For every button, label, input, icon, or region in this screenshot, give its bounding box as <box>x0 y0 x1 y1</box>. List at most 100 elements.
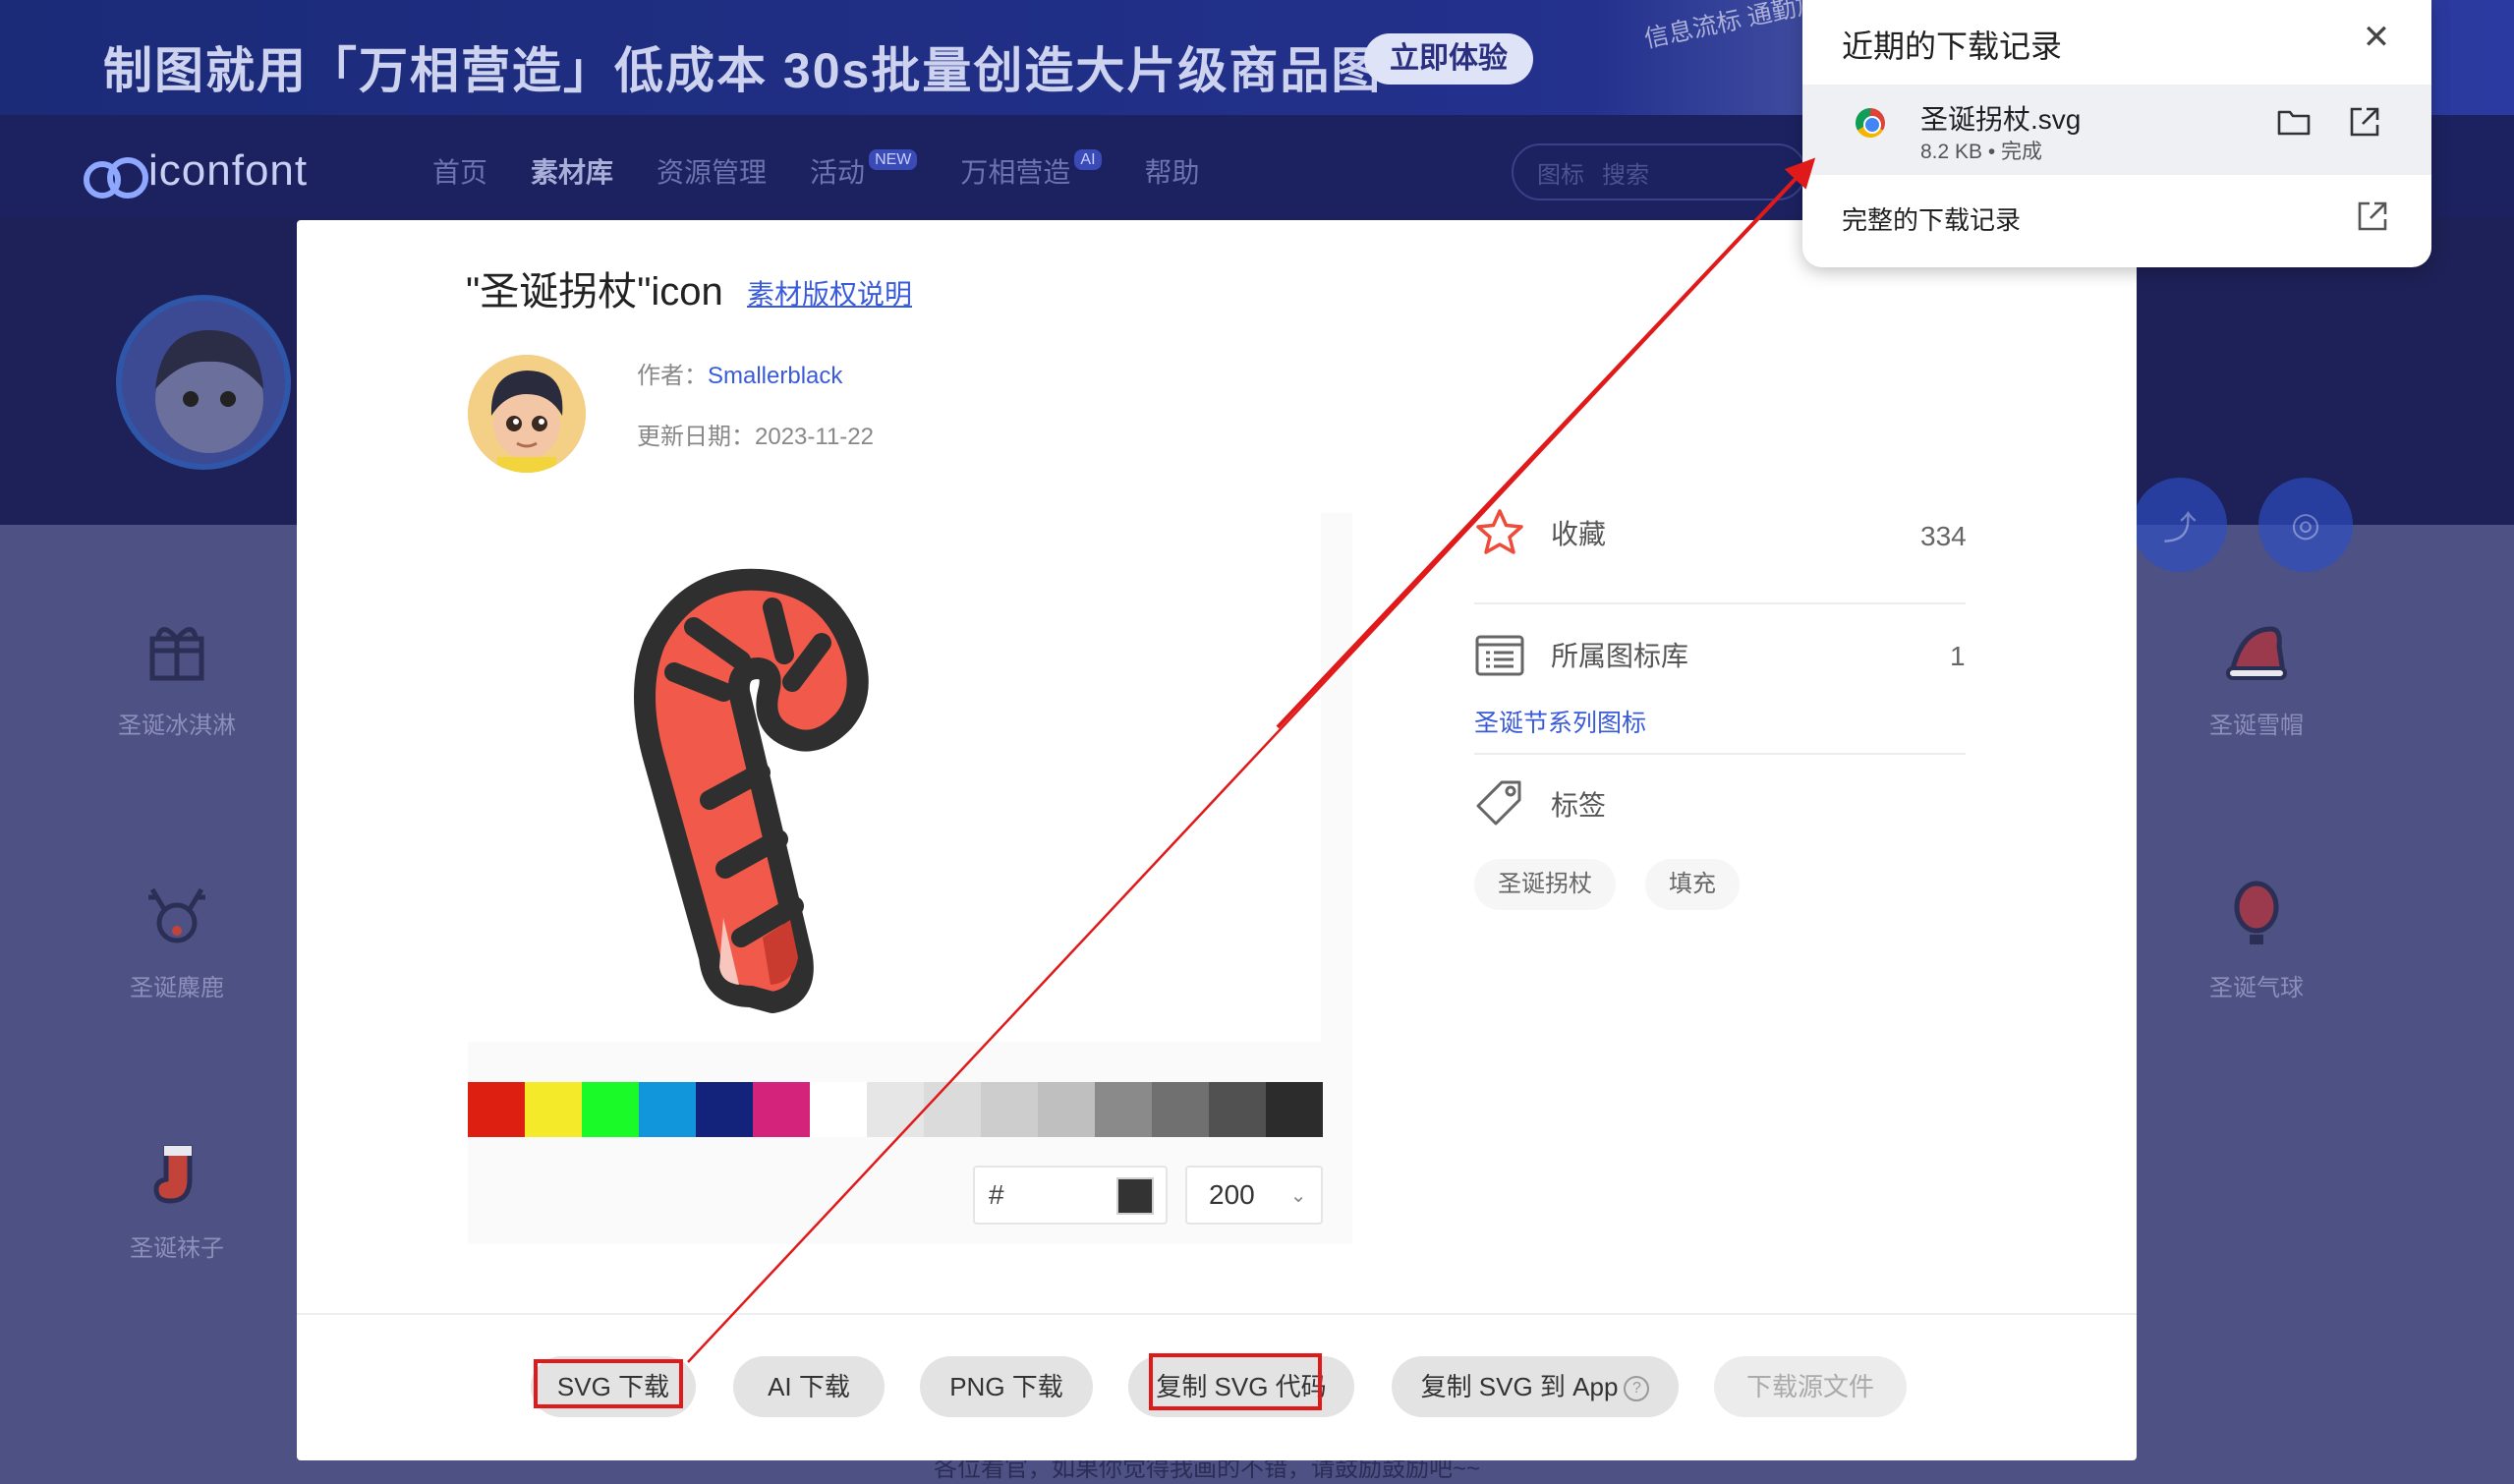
chevron-down-icon: ⌄ <box>1289 1184 1307 1207</box>
bg-icon-item[interactable]: 圣诞雪帽 <box>2168 617 2345 740</box>
full-download-history-link[interactable]: 完整的下载记录 <box>1842 200 2021 237</box>
palette-swatch[interactable] <box>981 1082 1038 1137</box>
star-icon[interactable] <box>1474 507 1525 558</box>
nav-item-home[interactable]: 首页 <box>432 151 487 191</box>
author-label: 作者： <box>637 363 708 389</box>
nav-item-wanxiang-label: 万相营造 <box>960 157 1071 188</box>
palette-swatch[interactable] <box>468 1082 525 1137</box>
downloads-title: 近期的下载记录 <box>1842 29 2063 64</box>
color-hex-input[interactable]: # <box>973 1166 1168 1225</box>
download-item[interactable] <box>1802 85 2431 175</box>
favorite-row[interactable]: 收藏 <box>1474 507 1606 558</box>
palette-swatch[interactable] <box>582 1082 639 1137</box>
iconfont-logo[interactable]: iconfont <box>84 143 308 199</box>
nav-search-box[interactable]: 图标 搜索 <box>1512 143 1806 200</box>
tags-row: 标签 <box>1474 778 1606 829</box>
new-badge: NEW <box>869 149 918 170</box>
palette-swatch[interactable] <box>696 1082 753 1137</box>
open-external-icon[interactable] <box>2355 199 2390 234</box>
bg-icon-item[interactable]: 圣诞气球 <box>2168 880 2345 1002</box>
author-link[interactable]: Smallerblack <box>708 363 842 389</box>
reindeer-icon <box>148 887 205 943</box>
bg-icon-label: 圣诞袜子 <box>130 1235 224 1262</box>
chrome-file-icon <box>1856 108 1885 138</box>
nav-item-wanxiang[interactable]: 万相营造 AI <box>960 149 1102 191</box>
download-file-meta: 8.2 KB • 完成 <box>1920 141 2043 163</box>
hex-prefix: # <box>989 1179 1004 1210</box>
folder-icon[interactable] <box>2276 104 2312 140</box>
palette-swatch[interactable] <box>1266 1082 1323 1137</box>
palette-swatch[interactable] <box>753 1082 810 1137</box>
banner-cta-button[interactable]: 立即体验 <box>1364 33 1533 85</box>
bg-icon-item[interactable]: 圣诞冰淇淋 <box>88 617 265 740</box>
palette-swatch[interactable] <box>1209 1082 1266 1137</box>
author-row: 作者：Smallerblack <box>637 356 842 390</box>
png-download-button[interactable]: PNG 下载 <box>920 1356 1093 1417</box>
palette-swatch[interactable] <box>867 1082 924 1137</box>
candy-cane-icon <box>634 568 869 1013</box>
open-external-icon[interactable] <box>2347 104 2382 140</box>
download-file-name[interactable]: 圣诞拐杖.svg <box>1920 98 2081 138</box>
hot-air-balloon-icon <box>2234 881 2279 944</box>
library-label: 所属图标库 <box>1551 641 1689 671</box>
size-select[interactable]: 200 ⌄ <box>1185 1166 1323 1225</box>
nav-item-events[interactable]: 活动 NEW <box>810 149 918 191</box>
gift-icon <box>149 627 204 681</box>
icon-library-link[interactable]: 圣诞节系列图标 <box>1474 704 1646 739</box>
bg-icon-label: 圣诞雪帽 <box>2209 713 2304 739</box>
nav-item-resources[interactable]: 资源管理 <box>657 151 767 191</box>
santa-hat-icon <box>2226 626 2287 680</box>
banner-headline: 制图就用「万相营造」低成本 30s批量创造大片级商品图 <box>103 43 1383 98</box>
palette-swatch[interactable] <box>1152 1082 1209 1137</box>
nav-item-help[interactable]: 帮助 <box>1145 151 1200 191</box>
palette-swatch[interactable] <box>1095 1082 1152 1137</box>
bg-icon-item[interactable]: 圣诞麋鹿 <box>88 880 265 1002</box>
palette-swatch[interactable] <box>810 1082 867 1137</box>
icon-preview-canvas <box>468 513 1321 1042</box>
search-type-select[interactable]: 图标 <box>1537 155 1584 190</box>
tag-chip[interactable]: 填充 <box>1645 859 1740 910</box>
color-palette <box>468 1082 1323 1137</box>
list-folder-icon <box>1475 635 1524 676</box>
close-icon[interactable]: ✕ <box>2357 18 2396 57</box>
library-count: 1 <box>1950 641 1966 671</box>
stats-divider <box>1474 753 1966 755</box>
license-link[interactable]: 素材版权说明 <box>747 273 912 313</box>
icon-title: "圣诞拐杖"icon <box>466 270 723 314</box>
copy-svg-to-app-button[interactable]: 复制 SVG 到 App? <box>1392 1356 1679 1417</box>
search-input[interactable]: 搜索 <box>1602 155 1649 190</box>
palette-swatch[interactable] <box>525 1082 582 1137</box>
bg-icon-label: 圣诞气球 <box>2209 975 2304 1001</box>
palette-swatch[interactable] <box>639 1082 696 1137</box>
bg-icon-label: 圣诞麋鹿 <box>130 975 224 1001</box>
ai-badge: AI <box>1074 149 1102 170</box>
tag-icon <box>1476 780 1521 826</box>
modal-footer-divider <box>297 1313 2137 1315</box>
nav-item-events-label: 活动 <box>810 157 866 188</box>
date-label: 更新日期： <box>637 424 755 450</box>
reward-icon[interactable]: ◎ <box>2258 478 2353 572</box>
bg-icon-item[interactable]: 圣诞袜子 <box>88 1140 265 1263</box>
tags-label: 标签 <box>1551 790 1607 821</box>
current-color-swatch[interactable] <box>1116 1177 1154 1215</box>
tag-chip[interactable]: 圣诞拐杖 <box>1474 859 1616 910</box>
share-icon[interactable]: ⤴ <box>2133 478 2227 572</box>
ai-download-button[interactable]: AI 下载 <box>733 1356 885 1417</box>
palette-swatch[interactable] <box>924 1082 981 1137</box>
size-value: 200 <box>1209 1179 1255 1210</box>
svg-download-button[interactable]: SVG 下载 <box>531 1356 696 1417</box>
help-icon[interactable]: ? <box>1624 1376 1650 1402</box>
profile-avatar <box>116 295 291 470</box>
stocking-icon <box>153 1145 193 1204</box>
nav-item-library[interactable]: 素材库 <box>531 151 613 191</box>
download-source-button: 下载源文件 <box>1714 1356 1907 1417</box>
update-date: 2023-11-22 <box>755 424 874 450</box>
library-row: 所属图标库 <box>1474 629 1688 680</box>
copy-svg-code-button[interactable]: 复制 SVG 代码 <box>1128 1356 1354 1417</box>
update-date-row: 更新日期：2023-11-22 <box>637 417 874 451</box>
palette-swatch[interactable] <box>1038 1082 1095 1137</box>
logo-icon <box>84 151 148 199</box>
stats-divider <box>1474 602 1966 604</box>
author-avatar[interactable] <box>468 355 586 473</box>
bg-icon-label: 圣诞冰淇淋 <box>118 713 236 739</box>
